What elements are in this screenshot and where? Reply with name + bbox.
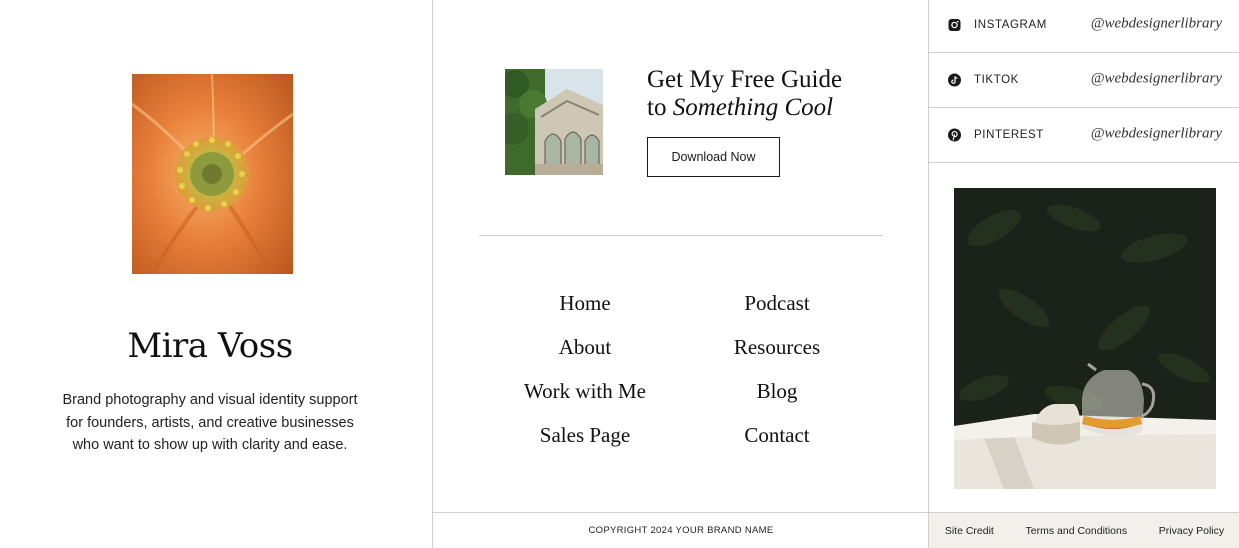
- social-handle-pinterest[interactable]: @webdesignerlibrary: [1091, 126, 1222, 143]
- guide-title-line2: to Something Cool: [647, 94, 887, 122]
- nav-link-contact[interactable]: Contact: [682, 423, 872, 448]
- site-credit-link[interactable]: Site Credit: [945, 525, 994, 537]
- social-row-instagram[interactable]: INSTAGRAM @webdesignerlibrary: [929, 0, 1239, 53]
- social-handle-tiktok[interactable]: @webdesignerlibrary: [1091, 71, 1222, 88]
- nav-link-resources[interactable]: Resources: [682, 335, 872, 360]
- download-now-button[interactable]: Download Now: [647, 137, 780, 177]
- footer-links: Site Credit Terms and Conditions Privacy…: [929, 512, 1239, 548]
- copyright-text: COPYRIGHT 2024 YOUR BRAND NAME: [588, 525, 774, 536]
- social-label-instagram: INSTAGRAM: [974, 19, 1047, 31]
- social-row-tiktok[interactable]: TIKTOK @webdesignerlibrary: [929, 53, 1239, 108]
- instagram-icon: [948, 19, 961, 32]
- nav-link-blog[interactable]: Blog: [682, 379, 872, 404]
- nav-link-work-with-me[interactable]: Work with Me: [490, 379, 680, 404]
- social-label-pinterest: PINTEREST: [974, 129, 1044, 141]
- nav-link-podcast[interactable]: Podcast: [682, 291, 872, 316]
- guide-title-italic: Something Cool: [672, 94, 834, 121]
- profile-column: Mira Voss Brand photography and visual i…: [0, 0, 432, 548]
- privacy-policy-link[interactable]: Privacy Policy: [1159, 525, 1224, 537]
- social-column: INSTAGRAM @webdesignerlibrary TIKTOK @we…: [928, 0, 1239, 548]
- flower-photo: [132, 74, 293, 274]
- divider: [479, 235, 882, 236]
- guide-title-prefix: to: [647, 94, 673, 121]
- copyright-bar: COPYRIGHT 2024 YOUR BRAND NAME: [433, 512, 929, 548]
- profile-name: Mira Voss: [127, 326, 293, 366]
- nav-link-home[interactable]: Home: [490, 291, 680, 316]
- tiktok-icon: [948, 73, 961, 87]
- guide-title: Get My Free Guide to Something Cool: [647, 66, 887, 122]
- profile-bio: Brand photography and visual identity su…: [62, 392, 358, 453]
- pinterest-icon: [948, 128, 961, 142]
- guide-title-line1: Get My Free Guide: [647, 66, 843, 93]
- social-row-pinterest[interactable]: PINTEREST @webdesignerlibrary: [929, 108, 1239, 163]
- nav-link-sales-page[interactable]: Sales Page: [490, 423, 680, 448]
- nav-link-about[interactable]: About: [490, 335, 680, 360]
- social-handle-instagram[interactable]: @webdesignerlibrary: [1091, 16, 1222, 33]
- terms-link[interactable]: Terms and Conditions: [1026, 525, 1128, 537]
- greenhouse-photo: [505, 69, 603, 175]
- tea-pitcher-photo: [954, 188, 1216, 489]
- guide-and-nav-column: Get My Free Guide to Something Cool Down…: [432, 0, 929, 548]
- social-label-tiktok: TIKTOK: [974, 74, 1019, 86]
